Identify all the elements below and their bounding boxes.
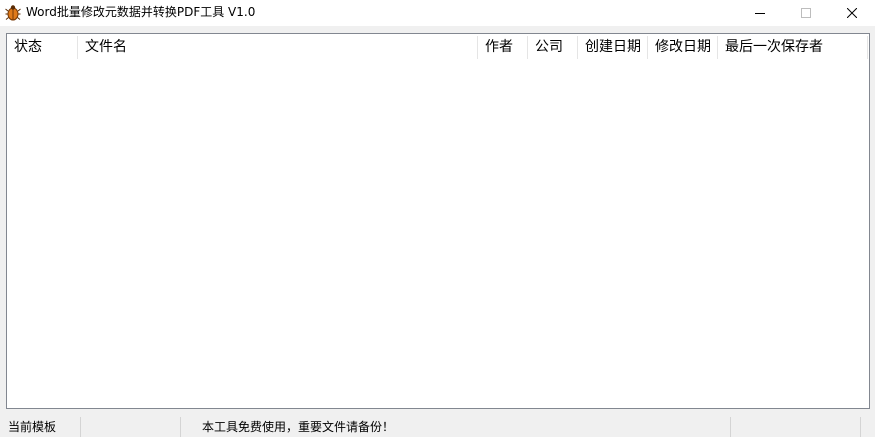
- column-header-created-date[interactable]: 创建日期: [578, 34, 648, 61]
- close-icon: [847, 8, 857, 18]
- window-client-area: 状态 文件名 作者 公司 创建日期 修改日期 最后一次保存者: [0, 26, 875, 415]
- title-bar[interactable]: Word批量修改元数据并转换PDF工具 V1.0: [0, 0, 875, 26]
- status-message: 本工具免费使用，重要文件请备份！: [202, 420, 395, 434]
- column-header-label: 修改日期: [655, 39, 711, 55]
- status-divider: [180, 417, 181, 437]
- column-header-label: 作者: [485, 39, 513, 55]
- column-header-modified-date[interactable]: 修改日期: [648, 34, 718, 61]
- maximize-icon: [801, 8, 811, 18]
- bug-app-icon[interactable]: [5, 4, 21, 21]
- column-header-label: 文件名: [85, 39, 127, 55]
- list-body[interactable]: [7, 61, 869, 408]
- maximize-button[interactable]: [783, 0, 829, 26]
- minimize-button[interactable]: [737, 0, 783, 26]
- file-list-view[interactable]: 状态 文件名 作者 公司 创建日期 修改日期 最后一次保存者: [6, 33, 870, 409]
- close-button[interactable]: [829, 0, 875, 26]
- status-bar: 当前模板 本工具免费使用，重要文件请备份！: [0, 415, 875, 437]
- column-header-author[interactable]: 作者: [478, 34, 528, 61]
- column-header-label: 最后一次保存者: [725, 39, 823, 55]
- column-header-label: 创建日期: [585, 39, 641, 55]
- minimize-icon: [755, 13, 765, 14]
- column-header-company[interactable]: 公司: [528, 34, 578, 61]
- column-header-filename[interactable]: 文件名: [78, 34, 478, 61]
- window-title: Word批量修改元数据并转换PDF工具 V1.0: [26, 5, 256, 19]
- column-header-label: 状态: [14, 39, 42, 55]
- status-extra: [734, 417, 854, 437]
- column-header-last-saved-by[interactable]: 最后一次保存者: [718, 34, 868, 61]
- status-current-template: 当前模板: [8, 420, 57, 434]
- list-header: 状态 文件名 作者 公司 创建日期 修改日期 最后一次保存者: [7, 34, 869, 61]
- status-template-name: [84, 417, 178, 437]
- column-header-label: 公司: [535, 39, 563, 55]
- column-header-status[interactable]: 状态: [7, 34, 78, 61]
- status-divider: [860, 417, 861, 437]
- status-divider: [80, 417, 81, 437]
- status-divider: [730, 417, 731, 437]
- column-divider[interactable]: [867, 36, 868, 59]
